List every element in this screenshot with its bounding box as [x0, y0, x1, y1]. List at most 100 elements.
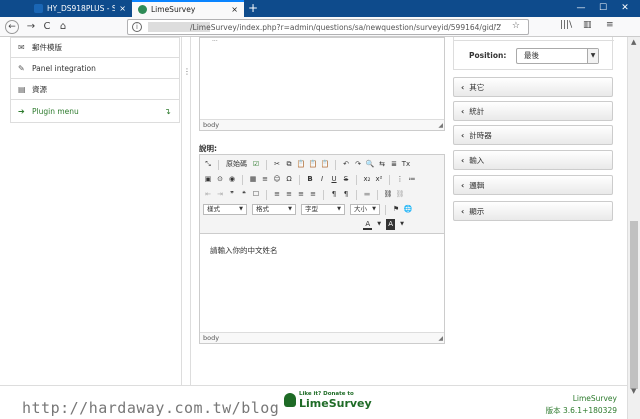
link-icon[interactable]: ⛓ [383, 189, 393, 200]
reload-button[interactable]: C [40, 20, 54, 34]
align-center-icon[interactable]: ≡ [284, 189, 294, 200]
globe-icon[interactable]: 🌐 [403, 204, 413, 215]
justify-icon[interactable]: ≡ [308, 189, 318, 200]
new-tab-button[interactable]: + [248, 0, 258, 17]
donate-logo[interactable]: Like it? Donate to LimeSurvey [284, 391, 372, 409]
accordion-statistics[interactable]: ‹ 統計 [453, 101, 613, 121]
style-select[interactable]: 樣式 ▼ [203, 204, 247, 215]
flag-icon[interactable]: ⚑ [391, 204, 401, 215]
resize-handle-icon[interactable]: ◢ [438, 122, 443, 129]
ltr-icon[interactable]: ¶ [329, 189, 339, 200]
source-button[interactable]: 原始碼 [224, 159, 249, 170]
position-select[interactable]: 最後 ▼ [516, 48, 599, 64]
unlink-icon[interactable]: ⛓ [395, 189, 405, 200]
accordion-input[interactable]: ‹ 輸入 [453, 150, 613, 170]
sidebar-item-plugin-menu[interactable]: ➔ Plugin menu ↴ [10, 100, 180, 123]
sidebar-item-email-templates[interactable]: ✉ 郵件模版 [10, 37, 180, 58]
strike-icon[interactable]: S [341, 174, 351, 185]
scrollbar-thumb[interactable] [630, 221, 638, 389]
caret-down-icon[interactable]: ▼ [397, 219, 407, 230]
language-icon[interactable]: ▬ [362, 189, 372, 200]
library-icon[interactable]: |||\ [560, 20, 572, 30]
quote-icon[interactable]: ❝ [239, 189, 249, 200]
text-color-icon[interactable]: A [363, 219, 373, 230]
undo-icon[interactable]: ↶ [341, 159, 351, 170]
sidebar-item-resources[interactable]: ▤ 資源 [10, 79, 180, 100]
special-char-icon[interactable]: Ω [284, 174, 294, 185]
sidebar-item-panel-integration[interactable]: ✎ Panel integration [10, 58, 180, 79]
tab-synology[interactable]: HY_DS918PLUS - Synology × [28, 0, 132, 17]
footer-version: 版本 3.6.1+180329 [545, 406, 617, 415]
accordion-other[interactable]: ‹ 其它 [453, 77, 613, 97]
font-select[interactable]: 字型 ▼ [301, 204, 345, 215]
cut-icon[interactable]: ✂ [272, 159, 282, 170]
select-all-icon[interactable]: ≣ [389, 159, 399, 170]
separator [242, 174, 243, 185]
forward-button[interactable]: → [24, 20, 38, 34]
italic-icon[interactable]: I [317, 174, 327, 185]
outdent-icon[interactable]: ⇤ [203, 189, 213, 200]
horizontal-rule-icon[interactable]: ≡ [260, 174, 270, 185]
rtl-icon[interactable]: ¶ [341, 189, 351, 200]
info-icon[interactable]: i [132, 22, 142, 32]
paste-text-icon[interactable]: 📋 [308, 159, 318, 170]
home-button[interactable]: ⌂ [56, 20, 70, 34]
blockquote-icon[interactable]: ❞ [227, 189, 237, 200]
question-text-editor[interactable]: ··· body ◢ [199, 37, 445, 131]
resize-handle-icon[interactable]: ◢ [438, 335, 443, 342]
redo-icon[interactable]: ↷ [353, 159, 363, 170]
bg-color-icon[interactable]: A [386, 219, 395, 230]
sidebar-splitter[interactable] [181, 37, 182, 385]
subscript-icon[interactable]: x₂ [362, 174, 372, 185]
back-button[interactable]: ← [5, 20, 19, 34]
div-icon[interactable]: ☐ [251, 189, 261, 200]
remove-format-icon[interactable]: Tx [401, 159, 411, 170]
underline-icon[interactable]: U [329, 174, 339, 185]
window-close-icon[interactable]: ✕ [614, 0, 636, 17]
indent-icon[interactable]: ⇥ [215, 189, 225, 200]
bulleted-list-icon[interactable]: ≔ [407, 174, 417, 185]
hamburger-menu-icon[interactable]: ≡ [606, 20, 614, 30]
format-select-value: 格式 [256, 205, 269, 213]
caret-down-icon[interactable]: ▼ [374, 219, 384, 230]
tab-limesurvey[interactable]: LimeSurvey × [132, 0, 244, 17]
minimize-icon[interactable]: — [570, 0, 592, 17]
close-icon[interactable]: × [231, 5, 238, 14]
url-bar[interactable]: i /LimeSurvey/index.php?r=admin/question… [127, 19, 529, 35]
close-icon[interactable]: × [119, 4, 126, 13]
table-icon[interactable]: ▦ [248, 174, 258, 185]
page-actions-icon[interactable]: ··· [493, 21, 502, 31]
media-icon[interactable]: ◉ [227, 174, 237, 185]
accordion-timer[interactable]: ‹ 計時器 [453, 125, 613, 145]
template-icon[interactable]: ☑ [251, 159, 261, 170]
format-select[interactable]: 格式 ▼ [252, 204, 296, 215]
scroll-up-icon[interactable]: ▲ [631, 38, 636, 46]
bold-icon[interactable]: B [305, 174, 315, 185]
image-icon[interactable]: ▣ [203, 174, 213, 185]
flash-icon[interactable]: ⊙ [215, 174, 225, 185]
page-scrollbar[interactable]: ▲ ▼ [627, 37, 640, 419]
accordion-logic[interactable]: ‹ 邏輯 [453, 175, 613, 195]
copy-icon[interactable]: ⧉ [284, 159, 294, 170]
maximize-icon[interactable]: ☐ [592, 0, 614, 17]
paste-icon[interactable]: 📋 [296, 159, 306, 170]
maximize-icon[interactable]: ⤡ [203, 159, 213, 170]
align-left-icon[interactable]: ≡ [272, 189, 282, 200]
accordion-display[interactable]: ‹ 顯示 [453, 201, 613, 221]
limesurvey-favicon-icon [138, 5, 147, 14]
scroll-down-icon[interactable]: ▼ [631, 387, 636, 395]
find-icon[interactable]: 🔍 [365, 159, 375, 170]
align-right-icon[interactable]: ≡ [296, 189, 306, 200]
footer-product-link[interactable]: LimeSurvey [573, 394, 617, 403]
superscript-icon[interactable]: x² [374, 174, 384, 185]
sidebar-toggle-icon[interactable]: ▥ [583, 20, 592, 30]
separator [218, 159, 219, 170]
description-content[interactable]: 請輸入你的中文姓名 [200, 234, 444, 332]
replace-icon[interactable]: ⇆ [377, 159, 387, 170]
bookmark-star-icon[interactable]: ☆ [512, 21, 520, 31]
size-select[interactable]: 大小 ▼ [350, 204, 380, 215]
separator [356, 174, 357, 185]
numbered-list-icon[interactable]: ⋮ [395, 174, 405, 185]
paste-word-icon[interactable]: 📋 [320, 159, 330, 170]
smiley-icon[interactable]: ☺ [272, 174, 282, 185]
